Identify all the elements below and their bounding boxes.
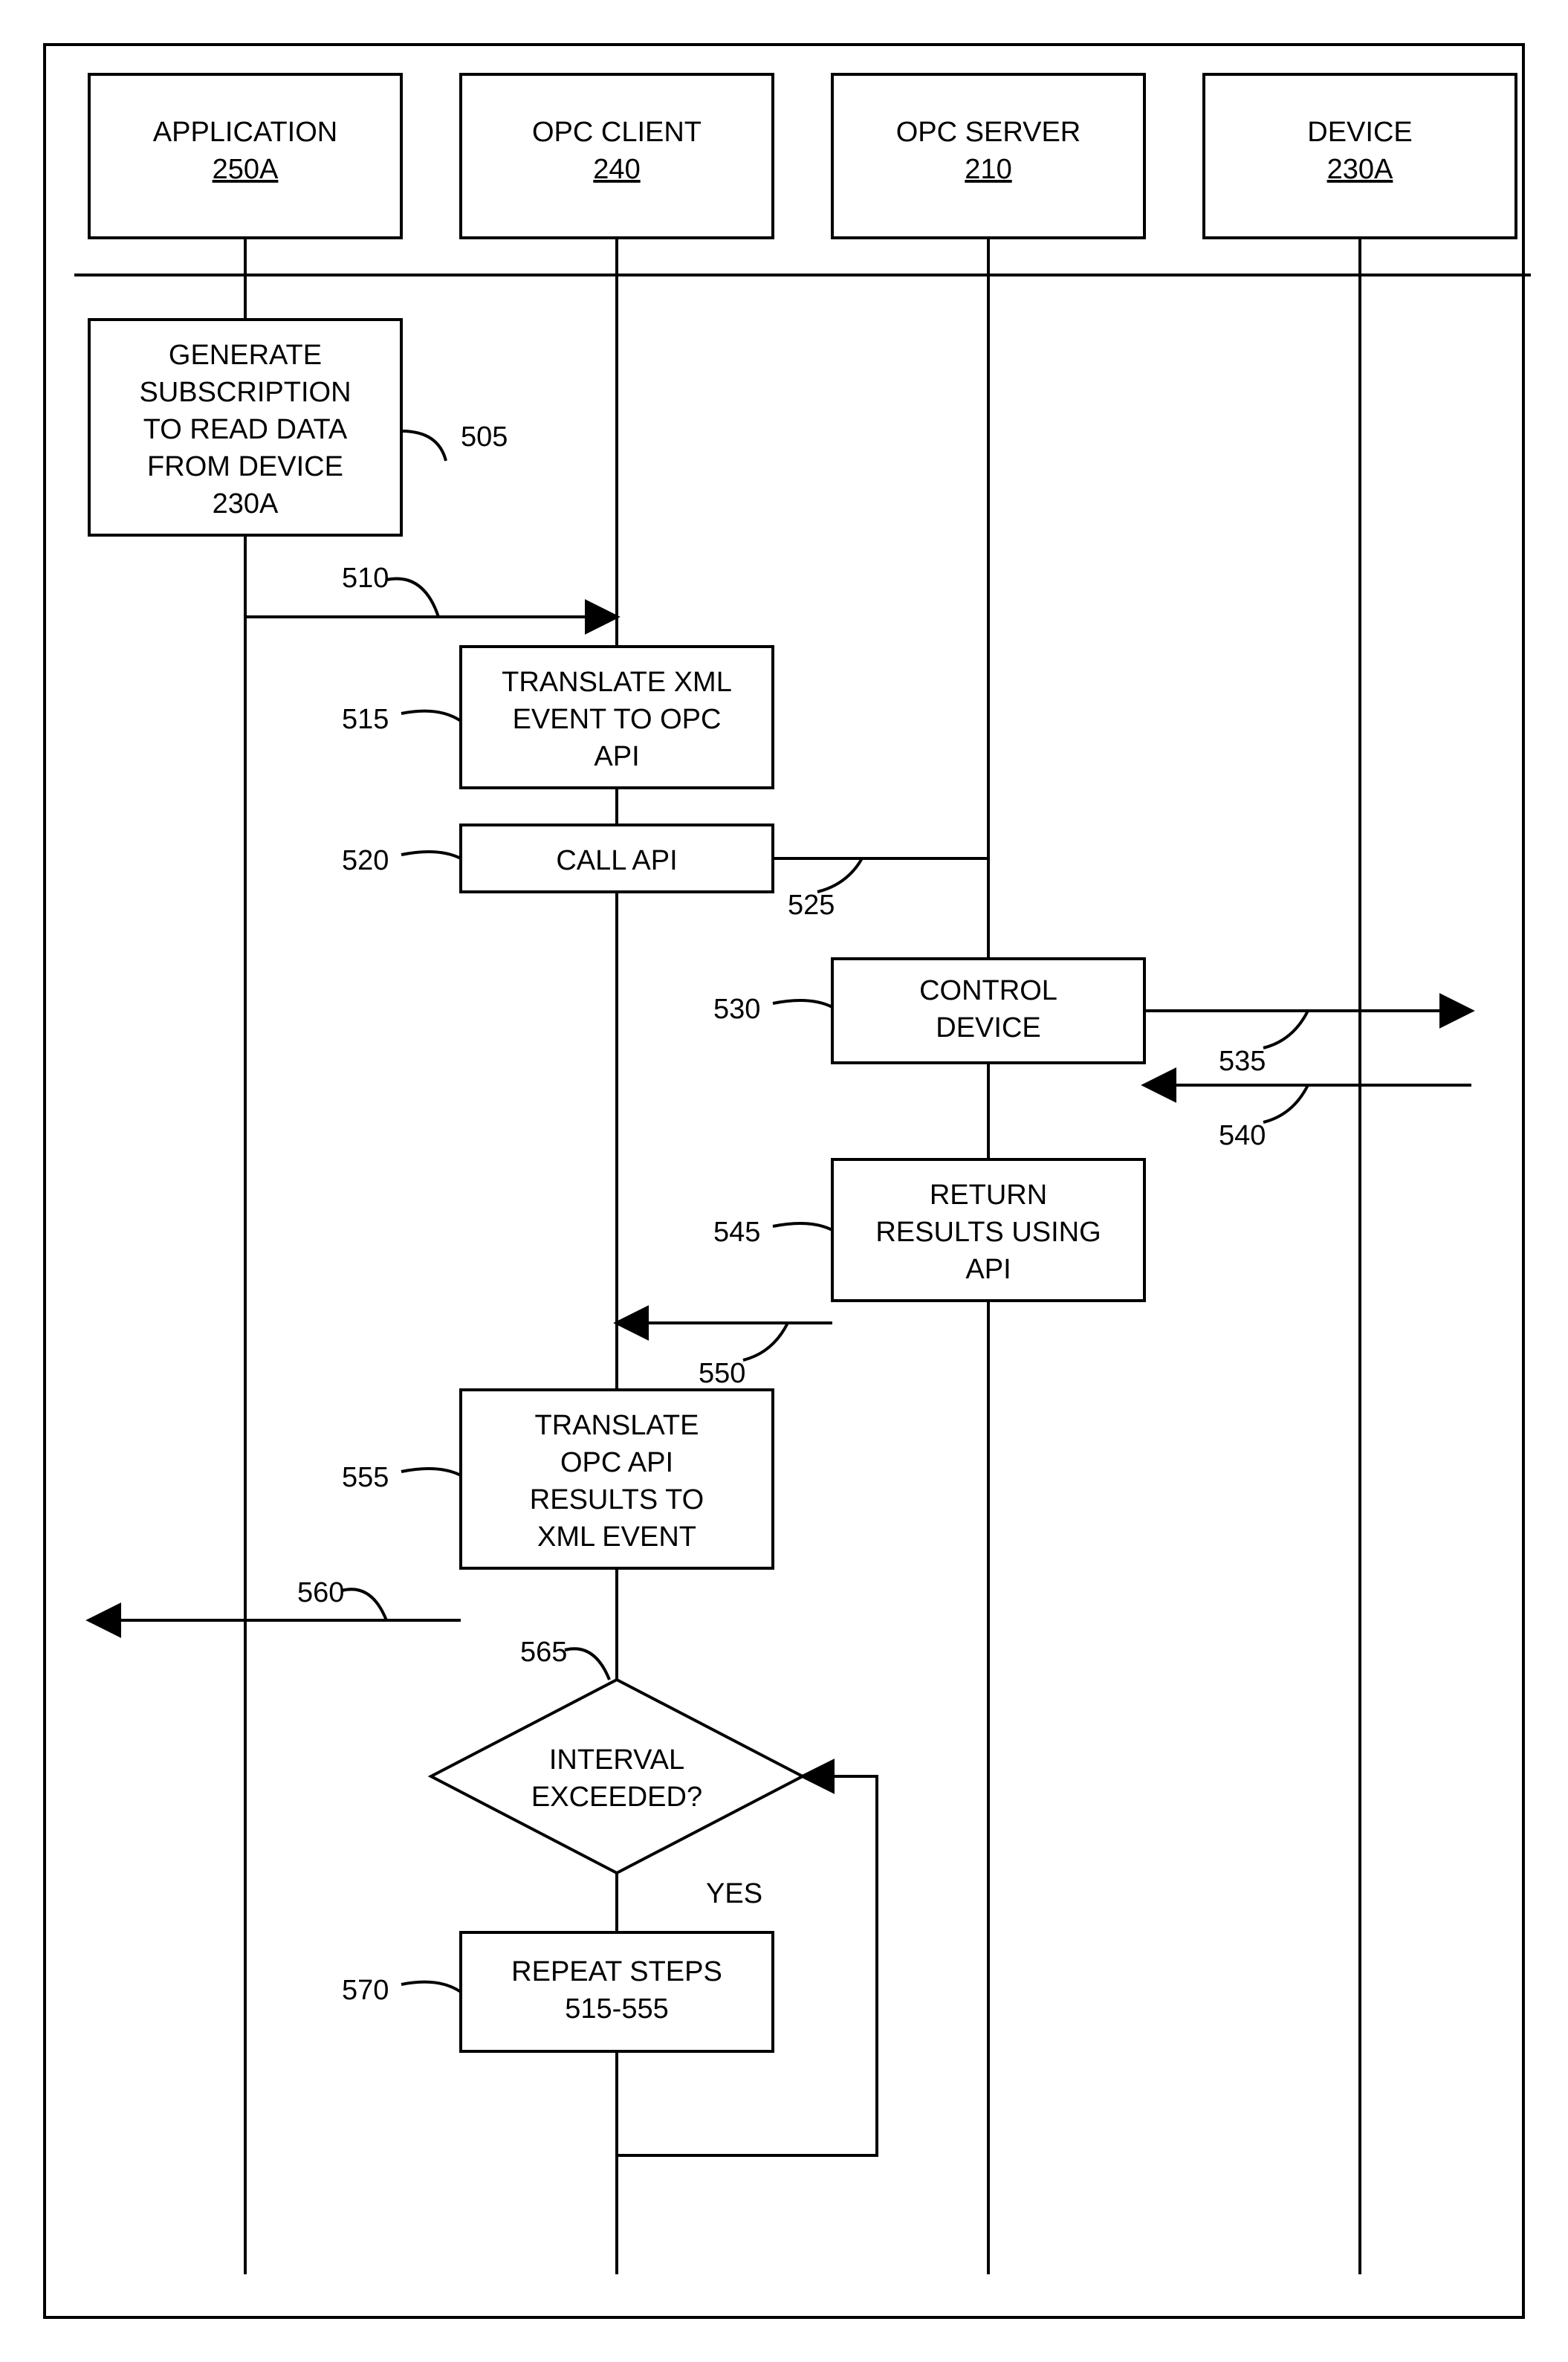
step-515-line1: TRANSLATE XML xyxy=(502,667,732,698)
step-545: RETURN RESULTS USING API xyxy=(832,1159,1144,1301)
lane-device-ref: 230A xyxy=(1327,154,1393,185)
step-555-line2: OPC API xyxy=(560,1447,673,1478)
lane-application-title: APPLICATION xyxy=(153,117,337,148)
label-565-yes: YES xyxy=(706,1878,762,1909)
step-545-line3: API xyxy=(965,1254,1011,1285)
label-530: 530 xyxy=(713,994,760,1025)
lane-application-ref: 250A xyxy=(213,154,279,185)
label-525: 525 xyxy=(788,890,835,921)
step-565-line1: INTERVAL xyxy=(549,1744,684,1776)
label-555: 555 xyxy=(342,1462,389,1493)
label-515: 515 xyxy=(342,704,389,735)
label-545: 545 xyxy=(713,1217,760,1248)
step-520: CALL API xyxy=(461,825,773,892)
step-505-line1: GENERATE xyxy=(169,340,322,371)
step-570-line1: REPEAT STEPS xyxy=(511,1956,722,1987)
step-565-line2: EXCEEDED? xyxy=(531,1782,702,1813)
label-560: 560 xyxy=(297,1577,344,1608)
step-520-line1: CALL API xyxy=(556,845,677,876)
lane-device-title: DEVICE xyxy=(1307,117,1412,148)
step-505: GENERATE SUBSCRIPTION TO READ DATA FROM … xyxy=(89,320,401,535)
label-565: 565 xyxy=(520,1637,567,1668)
label-540: 540 xyxy=(1219,1120,1266,1151)
step-545-line2: RESULTS USING xyxy=(875,1217,1101,1248)
step-505-line2: SUBSCRIPTION xyxy=(139,377,351,408)
label-535: 535 xyxy=(1219,1046,1266,1077)
step-545-line1: RETURN xyxy=(930,1180,1047,1211)
step-515-line2: EVENT TO OPC xyxy=(513,704,722,735)
step-505-line4: FROM DEVICE xyxy=(147,451,343,482)
lane-opc-server-ref: 210 xyxy=(965,154,1011,185)
step-515-line3: API xyxy=(594,741,639,772)
step-555-line3: RESULTS TO xyxy=(530,1484,704,1515)
label-505: 505 xyxy=(461,421,508,453)
step-530-line1: CONTROL xyxy=(919,975,1057,1006)
sequence-diagram: APPLICATION 250A OPC CLIENT 240 OPC SERV… xyxy=(0,0,1568,2362)
step-515: TRANSLATE XML EVENT TO OPC API xyxy=(461,647,773,788)
step-530: CONTROL DEVICE xyxy=(832,959,1144,1063)
step-570-line2: 515-555 xyxy=(565,1993,668,2025)
step-570: REPEAT STEPS 515-555 xyxy=(461,1932,773,2051)
step-555: TRANSLATE OPC API RESULTS TO XML EVENT xyxy=(461,1390,773,1568)
lane-opc-server-title: OPC SERVER xyxy=(896,117,1081,148)
label-520: 520 xyxy=(342,845,389,876)
step-530-line2: DEVICE xyxy=(936,1012,1040,1044)
lane-opc-client-ref: 240 xyxy=(593,154,640,185)
label-510: 510 xyxy=(342,563,389,594)
label-550: 550 xyxy=(699,1358,745,1389)
step-505-line3: TO READ DATA xyxy=(143,414,348,445)
step-505-line5: 230A xyxy=(213,488,279,520)
step-555-line1: TRANSLATE xyxy=(534,1410,699,1441)
step-555-line4: XML EVENT xyxy=(537,1521,696,1553)
label-570: 570 xyxy=(342,1975,389,2006)
lane-opc-client-title: OPC CLIENT xyxy=(532,117,702,148)
